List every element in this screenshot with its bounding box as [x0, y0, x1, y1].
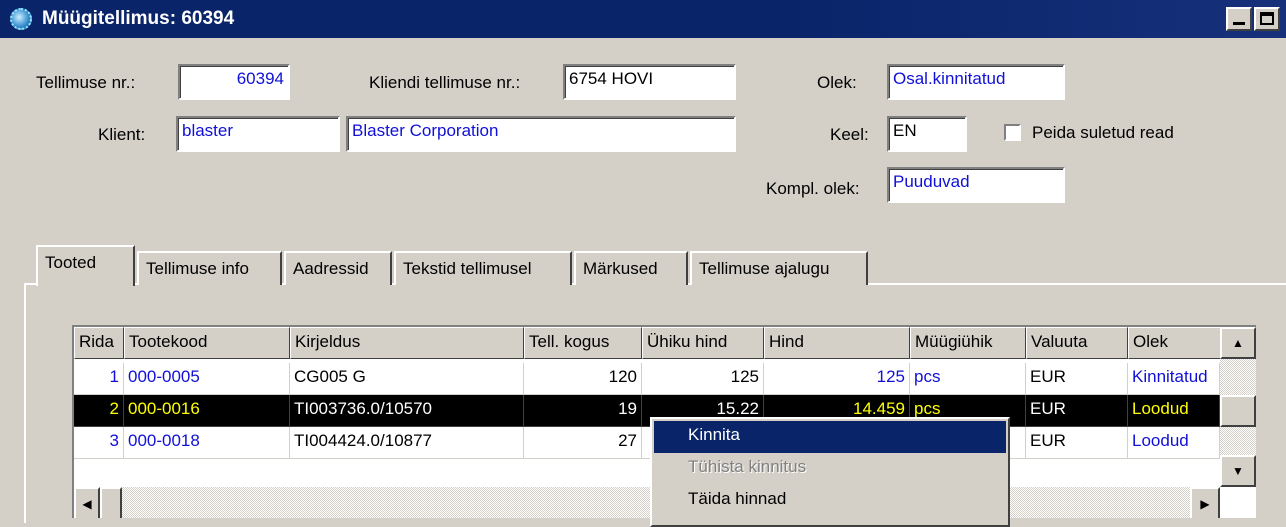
- cell-tell-kogus: 27: [524, 427, 642, 459]
- arrow-left-icon: ◀: [82, 496, 92, 511]
- client-name-field[interactable]: Blaster Corporation: [346, 116, 736, 152]
- client-label: Klient:: [98, 125, 146, 144]
- vertical-scrollbar[interactable]: ▲ ▼: [1220, 327, 1256, 487]
- client-code-field[interactable]: blaster: [176, 116, 340, 152]
- cell-rida: 1: [74, 363, 124, 395]
- scroll-left-button[interactable]: ◀: [74, 487, 100, 518]
- arrow-down-icon: ▼: [1232, 464, 1244, 478]
- client-order-field[interactable]: 6754 HOVI: [563, 64, 736, 100]
- col-header-kirjeldus[interactable]: Kirjeldus: [290, 327, 524, 359]
- tab-markused[interactable]: Märkused: [574, 251, 688, 285]
- cell-kirjeldus: TI003736.0/10570: [290, 395, 524, 427]
- cell-olek: Kinnitatud: [1128, 363, 1220, 395]
- cell-tootekood: 000-0016: [124, 395, 290, 427]
- arrow-right-icon: ▶: [1200, 496, 1210, 511]
- cell-kirjeldus: CG005 G: [290, 363, 524, 395]
- cell-valuuta: EUR: [1026, 427, 1128, 459]
- scroll-thumb[interactable]: [1220, 395, 1256, 427]
- menu-item-kinnita[interactable]: Kinnita: [654, 421, 1006, 453]
- context-menu: Kinnita Tühista kinnitus Täida hinnad: [650, 417, 1010, 527]
- tab-tellimuse-ajalugu[interactable]: Tellimuse ajalugu: [690, 251, 868, 285]
- cell-uhiku-hind: 125: [642, 363, 764, 395]
- arrow-up-icon: ▲: [1232, 336, 1244, 350]
- cell-tell-kogus: 19: [524, 395, 642, 427]
- order-no-field[interactable]: 60394: [178, 64, 290, 100]
- cell-rida: 3: [74, 427, 124, 459]
- cell-tootekood: 000-0005: [124, 363, 290, 395]
- app-globe-icon[interactable]: [6, 5, 36, 33]
- status-field[interactable]: Osal.kinnitatud: [887, 64, 1065, 100]
- client-order-label: Kliendi tellimuse nr.:: [369, 73, 521, 92]
- horizontal-scrollbar[interactable]: ◀ ▶: [74, 487, 1220, 518]
- minimize-icon: [1233, 22, 1245, 25]
- language-label: Keel:: [830, 125, 869, 144]
- maximize-icon: [1260, 12, 1274, 25]
- set-status-label: Kompl. olek:: [766, 179, 860, 198]
- status-label: Olek:: [817, 73, 857, 92]
- cell-tootekood: 000-0018: [124, 427, 290, 459]
- tab-tellimuse-info[interactable]: Tellimuse info: [137, 251, 282, 285]
- cell-rida: 2: [74, 395, 124, 427]
- language-field[interactable]: EN: [887, 116, 967, 152]
- menu-item-taida-hinnad[interactable]: Täida hinnad: [654, 485, 1006, 517]
- col-header-tootekood[interactable]: Tootekood: [124, 327, 290, 359]
- col-header-olek[interactable]: Olek: [1128, 327, 1222, 359]
- window-title: Müügitellimus: 60394: [42, 8, 235, 29]
- scroll-up-button[interactable]: ▲: [1220, 327, 1256, 359]
- col-header-tell-kogus[interactable]: Tell. kogus: [524, 327, 642, 359]
- order-no-label: Tellimuse nr.:: [36, 73, 136, 92]
- col-header-valuuta[interactable]: Valuuta: [1026, 327, 1128, 359]
- cell-kirjeldus: TI004424.0/10877: [290, 427, 524, 459]
- hide-closed-checkbox[interactable]: [1004, 124, 1021, 141]
- cell-tell-kogus: 120: [524, 363, 642, 395]
- set-status-field[interactable]: Puuduvad: [887, 167, 1065, 203]
- maximize-button[interactable]: [1254, 7, 1280, 31]
- col-header-muugiuhik[interactable]: Müügiühik: [910, 327, 1026, 359]
- horizontal-scroll-thumb[interactable]: [100, 487, 122, 518]
- cell-valuuta: EUR: [1026, 363, 1128, 395]
- minimize-button[interactable]: [1226, 7, 1252, 31]
- hide-closed-label: Peida suletud read: [1032, 123, 1174, 142]
- col-header-hind[interactable]: Hind: [764, 327, 910, 359]
- cell-olek: Loodud: [1128, 395, 1220, 427]
- tab-aadressid[interactable]: Aadressid: [284, 251, 392, 285]
- col-header-uhiku-hind[interactable]: Ühiku hind: [642, 327, 764, 359]
- cell-hind: 125: [764, 363, 910, 395]
- menu-item-tuhista-kinnitus[interactable]: Tühista kinnitus: [654, 453, 1006, 485]
- tab-tooted[interactable]: Tooted: [36, 245, 135, 286]
- col-header-rida[interactable]: Rida: [74, 327, 124, 359]
- cell-olek: Loodud: [1128, 427, 1220, 459]
- scroll-right-button[interactable]: ▶: [1190, 487, 1220, 518]
- title-bar[interactable]: Müügitellimus: 60394: [0, 0, 1286, 38]
- scroll-down-button[interactable]: ▼: [1220, 455, 1256, 487]
- cell-valuuta: EUR: [1026, 395, 1128, 427]
- cell-muugiuhik: pcs: [910, 363, 1026, 395]
- tab-tekstid-tellimusel[interactable]: Tekstid tellimusel: [394, 251, 572, 285]
